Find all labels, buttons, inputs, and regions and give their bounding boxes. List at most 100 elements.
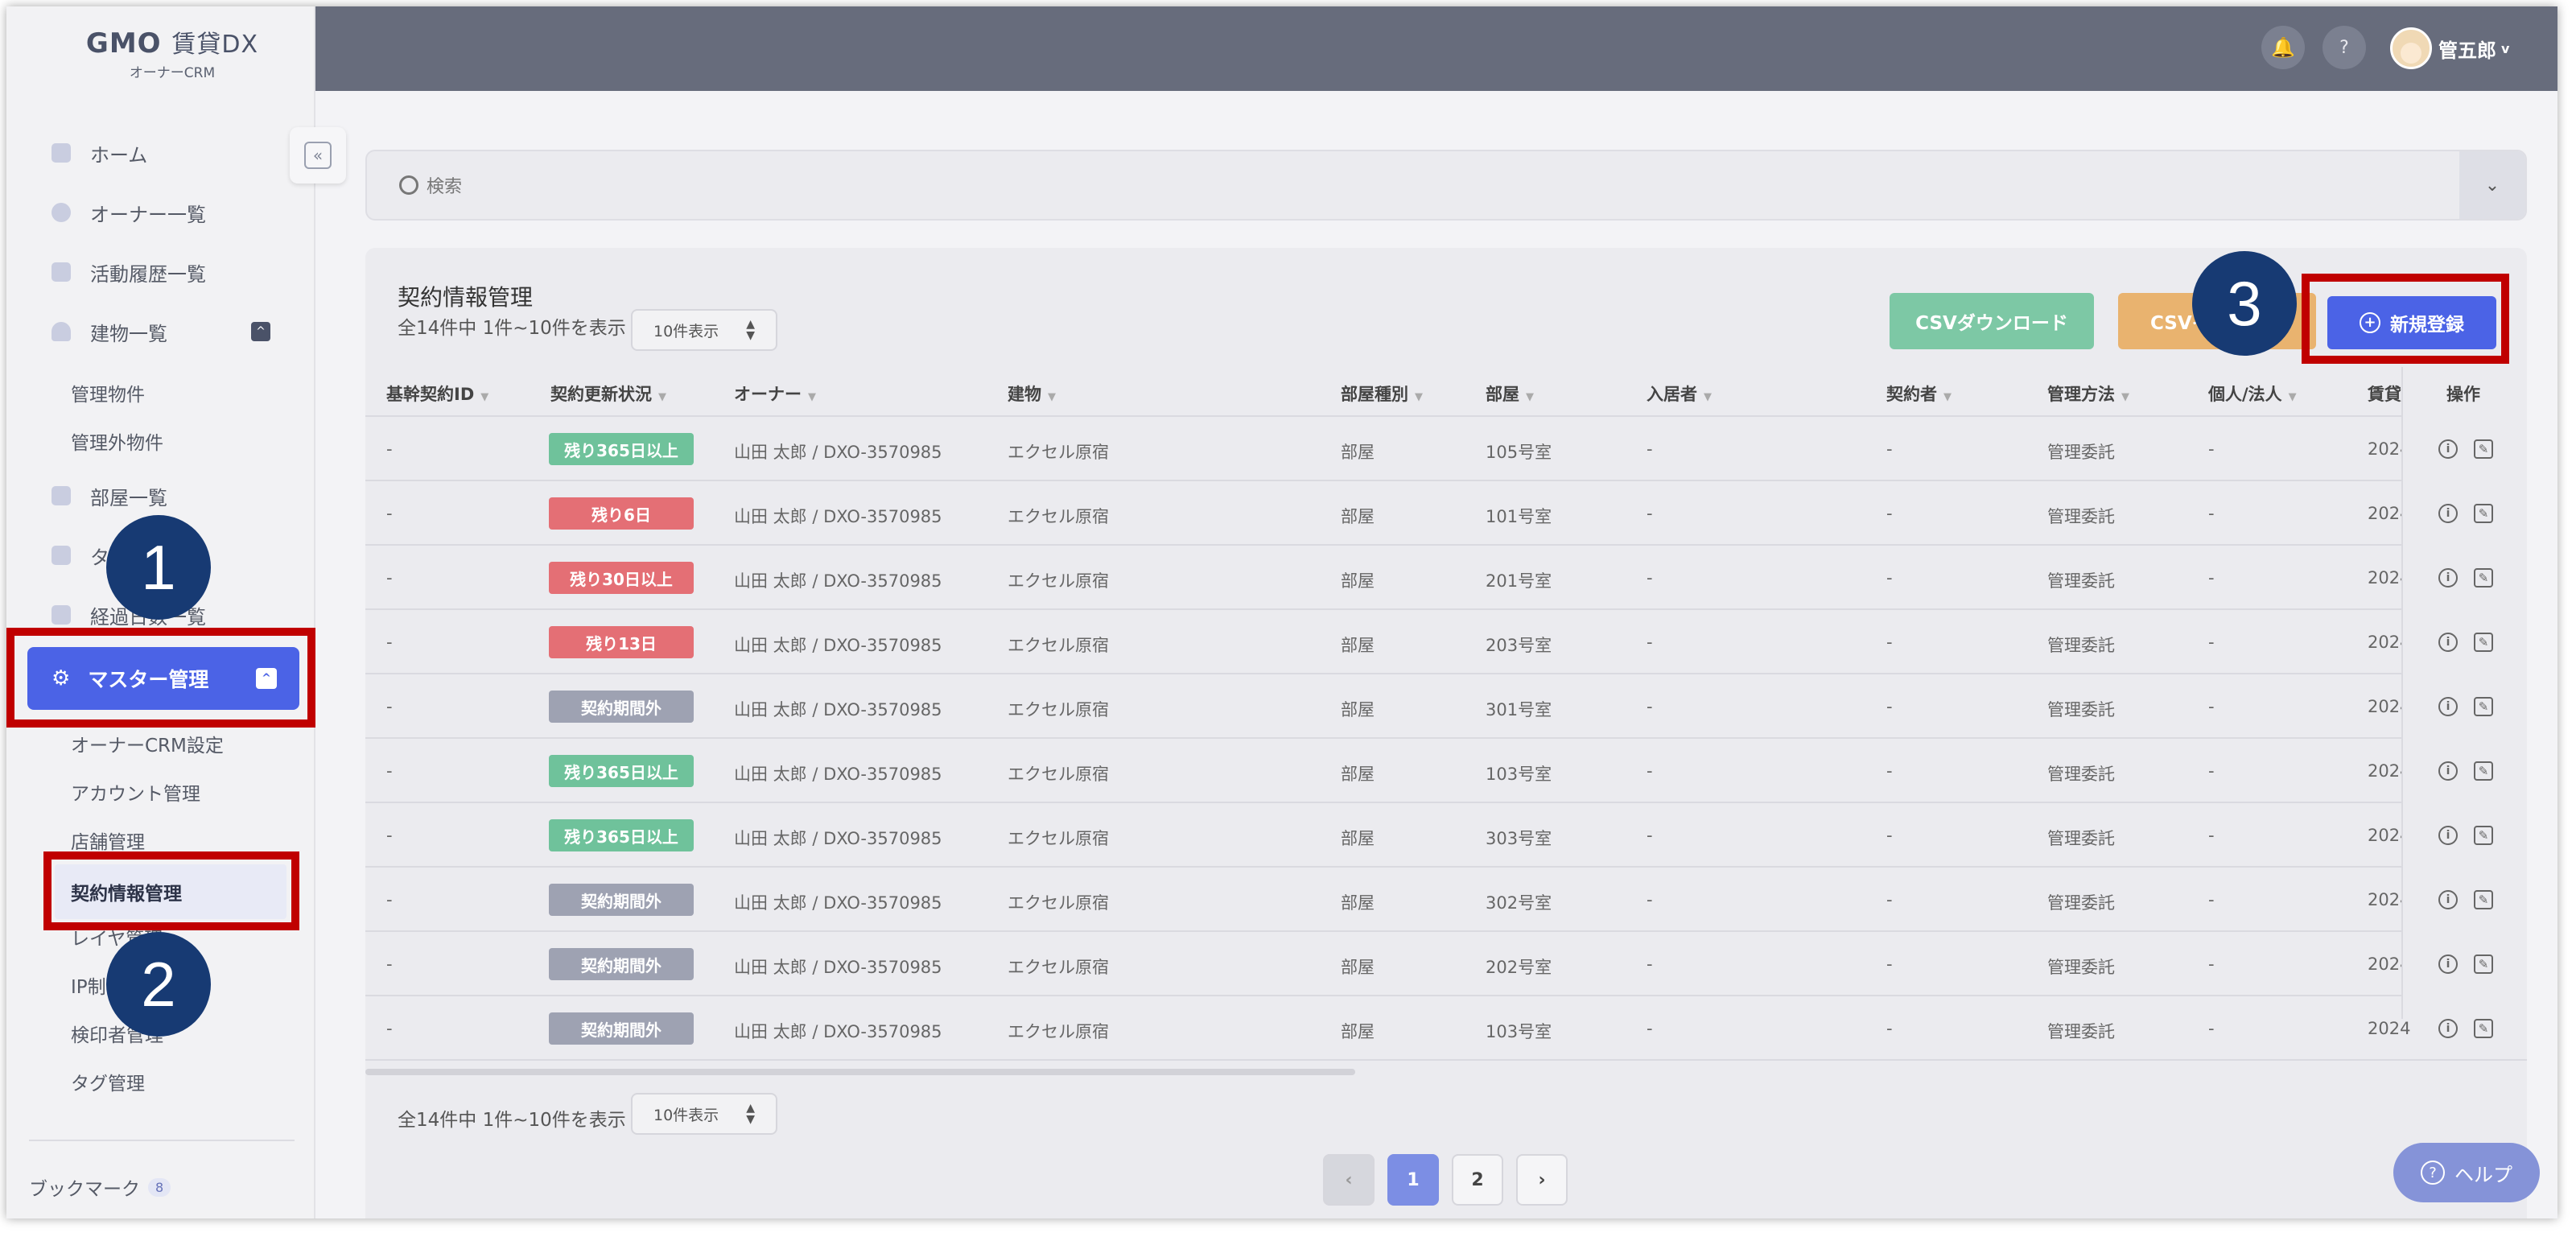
cell-person: - <box>2208 890 2215 909</box>
sidebar-sub-unmanaged[interactable]: 管理外物件 <box>71 425 163 457</box>
cell-id: - <box>386 1019 393 1038</box>
sidebar-item-owner-list[interactable]: オーナー一覧 <box>52 196 206 229</box>
csv-download-button[interactable]: CSVダウンロード <box>1890 293 2094 349</box>
cell-person: - <box>2208 568 2215 588</box>
page-button-2[interactable]: 2 <box>1452 1154 1503 1206</box>
info-icon[interactable]: i <box>2438 633 2458 652</box>
cell-contractor: - <box>1886 826 1893 845</box>
cell-building: エクセル原宿 <box>1008 893 1109 913</box>
info-icon[interactable]: i <box>2438 890 2458 909</box>
table-row[interactable]: - 山田 太郎 / DXO-3570985 エクセル原宿 部屋 201号室 - - 管理委託 -… <box>365 546 2527 610</box>
col-header[interactable]: 管理方法 ▼ <box>2047 381 2129 406</box>
edit-icon[interactable]: ✎ <box>2474 568 2493 588</box>
sidebar-item-building-list[interactable]: 建物一覧 <box>52 315 167 348</box>
cell-method: 管理委託 <box>2047 507 2115 526</box>
sidebar-sub-account[interactable]: アカウント管理 <box>71 776 200 808</box>
cell-room-type: 部屋 <box>1341 893 1375 913</box>
col-header[interactable]: オーナー ▼ <box>734 381 816 406</box>
edit-icon[interactable]: ✎ <box>2474 439 2493 459</box>
cell-room-type: 部屋 <box>1341 1022 1375 1041</box>
cell-contractor: - <box>1886 633 1893 652</box>
table-row[interactable]: - 山田 太郎 / DXO-3570985 エクセル原宿 部屋 101号室 - - 管理委託 -… <box>365 481 2527 546</box>
col-header[interactable]: 部屋 ▼ <box>1486 381 1534 406</box>
col-header[interactable]: 入居者 ▼ <box>1647 381 1712 406</box>
cell-building: エクセル原宿 <box>1008 765 1109 784</box>
sidebar-item-label: 活動履歴一覧 <box>90 262 206 286</box>
col-header[interactable]: 契約更新状況 ▼ <box>550 381 666 406</box>
next-page-button[interactable]: › <box>1516 1154 1568 1206</box>
table-row[interactable]: - 山田 太郎 / DXO-3570985 エクセル原宿 部屋 105号室 - - 管理委託 -… <box>365 417 2527 481</box>
page-button-1[interactable]: 1 <box>1387 1154 1439 1206</box>
search-input[interactable]: 検索 <box>427 172 462 198</box>
cell-person: - <box>2208 826 2215 845</box>
per-page-value: 10件表示 <box>653 322 719 340</box>
info-icon[interactable]: i <box>2438 568 2458 588</box>
table-row[interactable]: - 山田 太郎 / DXO-3570985 エクセル原宿 部屋 203号室 - - 管理委託 -… <box>365 610 2527 674</box>
search-bar[interactable]: 検索 ⌄ <box>365 150 2527 221</box>
cell-room: 302号室 <box>1486 893 1552 913</box>
help-button[interactable]: ? ヘルプ <box>2393 1143 2540 1202</box>
bell-icon[interactable]: 🔔 <box>2261 26 2305 69</box>
info-icon[interactable]: i <box>2438 1019 2458 1038</box>
edit-icon[interactable]: ✎ <box>2474 633 2493 652</box>
bookmark-link[interactable]: ブックマーク 8 <box>29 1173 171 1201</box>
collapse-sidebar-button[interactable]: « <box>290 127 346 183</box>
cell-owner: 山田 太郎 / DXO-3570985 <box>734 636 942 655</box>
info-icon[interactable]: i <box>2438 954 2458 974</box>
col-header[interactable]: 建物 ▼ <box>1008 381 1056 406</box>
sidebar-sub-ip[interactable]: IP制 <box>71 969 106 1001</box>
table-row[interactable]: - 山田 太郎 / DXO-3570985 エクセル原宿 部屋 103号室 - - 管理委託 -… <box>365 739 2527 803</box>
info-icon[interactable]: i <box>2438 826 2458 845</box>
cell-method: 管理委託 <box>2047 765 2115 784</box>
table-row[interactable]: - 山田 太郎 / DXO-3570985 エクセル原宿 部屋 301号室 - - 管理委託 -… <box>365 674 2527 739</box>
footer-per-page-select[interactable]: 10件表示 ▲ ▼ <box>631 1093 777 1135</box>
cell-method: 管理委託 <box>2047 636 2115 655</box>
table-row[interactable]: - 山田 太郎 / DXO-3570985 エクセル原宿 部屋 302号室 - - 管理委託 -… <box>365 868 2527 932</box>
cell-person: - <box>2208 439 2215 459</box>
status-badge: 残り365日以上 <box>549 755 694 787</box>
info-icon[interactable]: i <box>2438 761 2458 781</box>
cell-building: エクセル原宿 <box>1008 636 1109 655</box>
check-icon <box>52 605 71 625</box>
logo[interactable]: GMO 賃貸DX オーナーCRM <box>84 24 261 81</box>
cell-contractor: - <box>1886 954 1893 974</box>
step-marker-2: 2 <box>106 932 211 1037</box>
sidebar-item-tasks[interactable]: タ <box>52 539 109 571</box>
table-row[interactable]: - 山田 太郎 / DXO-3570985 エクセル原宿 部屋 202号室 - - 管理委託 -… <box>365 932 2527 996</box>
sidebar-sub-tag[interactable]: タグ管理 <box>71 1066 145 1098</box>
col-header[interactable]: 基幹契約ID ▼ <box>386 381 488 406</box>
help-circle-icon[interactable]: ? <box>2323 26 2366 69</box>
user-menu[interactable]: 管五郎 v <box>2390 27 2509 69</box>
info-icon[interactable]: i <box>2438 697 2458 716</box>
cell-room: 301号室 <box>1486 700 1552 719</box>
sidebar-item-activity-list[interactable]: 活動履歴一覧 <box>52 256 206 288</box>
prev-page-button[interactable]: ‹ <box>1323 1154 1375 1206</box>
per-page-select[interactable]: 10件表示 ▲ ▼ <box>631 309 777 351</box>
info-icon[interactable]: i <box>2438 439 2458 459</box>
table-row[interactable]: - 山田 太郎 / DXO-3570985 エクセル原宿 部屋 303号室 - - 管理委託 -… <box>365 803 2527 868</box>
col-header[interactable]: 部屋種別 ▼ <box>1341 381 1423 406</box>
edit-icon[interactable]: ✎ <box>2474 761 2493 781</box>
search-expand-button[interactable]: ⌄ <box>2459 151 2525 219</box>
chevron-up-icon[interactable]: ^ <box>251 322 270 341</box>
horizontal-scrollbar[interactable] <box>365 1069 1355 1075</box>
table-row[interactable]: - 山田 太郎 / DXO-3570985 エクセル原宿 部屋 103号室 - - 管理委託 -… <box>365 996 2527 1061</box>
col-header[interactable]: 賃貸 <box>2368 381 2401 406</box>
edit-icon[interactable]: ✎ <box>2474 826 2493 845</box>
col-header[interactable]: 個人/法人 ▼ <box>2208 381 2297 406</box>
sidebar-sub-crm-settings[interactable]: オーナーCRM設定 <box>71 728 224 760</box>
sidebar-item-home[interactable]: ホーム <box>52 137 147 169</box>
sidebar-item-room-list[interactable]: 部屋一覧 <box>52 480 167 512</box>
sidebar-sub-managed[interactable]: 管理物件 <box>71 377 145 409</box>
edit-icon[interactable]: ✎ <box>2474 1019 2493 1038</box>
col-header[interactable]: 契約者 ▼ <box>1886 381 1952 406</box>
edit-icon[interactable]: ✎ <box>2474 890 2493 909</box>
info-icon[interactable]: i <box>2438 504 2458 523</box>
edit-icon[interactable]: ✎ <box>2474 697 2493 716</box>
edit-icon[interactable]: ✎ <box>2474 954 2493 974</box>
operations-column: 操作 i ✎ i ✎ i ✎ i ✎ i ✎ i ✎ i ✎ i ✎ i ✎ i ✎ <box>2401 367 2527 1038</box>
double-chevron-left-icon: « <box>304 142 332 169</box>
cell-tenant: - <box>1647 697 1653 716</box>
edit-icon[interactable]: ✎ <box>2474 504 2493 523</box>
cell-owner: 山田 太郎 / DXO-3570985 <box>734 958 942 977</box>
